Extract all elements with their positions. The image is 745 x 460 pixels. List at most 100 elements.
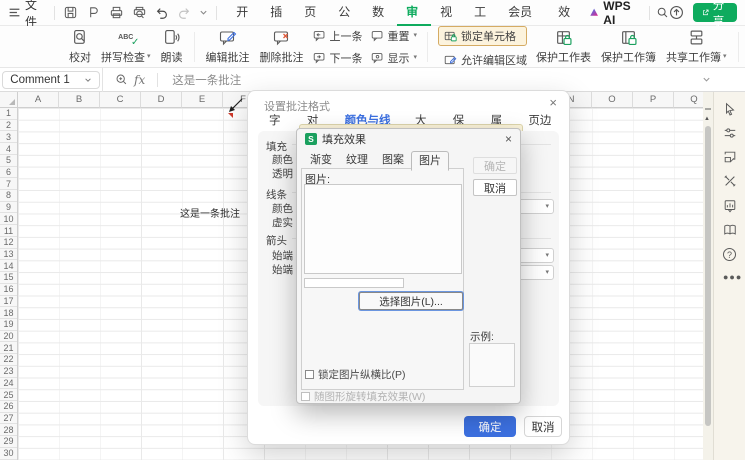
tab-picture[interactable]: 图片 (411, 151, 449, 171)
select-picture-button[interactable]: 选择图片(L)... (359, 292, 463, 310)
picture-path-input[interactable] (304, 278, 404, 288)
tab-data[interactable]: 数据 (363, 0, 397, 26)
redo-icon[interactable] (177, 6, 191, 20)
row-header[interactable]: 15 (0, 272, 17, 284)
row-header[interactable]: 19 (0, 319, 17, 331)
vertical-scrollbar[interactable]: ▲ (703, 92, 713, 460)
undo-icon[interactable] (155, 6, 169, 20)
share-button[interactable]: 分享 (693, 3, 738, 22)
save-icon[interactable] (63, 5, 78, 20)
column-header[interactable]: D (141, 92, 182, 108)
tab-gradient[interactable]: 渐变 (303, 151, 339, 170)
row-header[interactable]: 4 (0, 143, 17, 155)
reference-search-icon[interactable] (723, 223, 737, 237)
row-header[interactable]: 3 (0, 131, 17, 143)
row-header[interactable]: 13 (0, 249, 17, 261)
formula-content[interactable]: 这是一条批注 (172, 72, 241, 88)
row-header[interactable]: 7 (0, 178, 17, 190)
row-header[interactable]: 28 (0, 424, 17, 436)
tools-icon[interactable] (723, 174, 737, 188)
help-icon[interactable]: ? (723, 248, 736, 261)
read-aloud-button[interactable]: 朗读 (156, 29, 188, 65)
select-all-corner[interactable] (0, 92, 18, 108)
row-header[interactable]: 17 (0, 296, 17, 308)
scrollbar-thumb[interactable] (705, 126, 711, 426)
row-header[interactable]: 11 (0, 225, 17, 237)
row-header[interactable]: 8 (0, 190, 17, 202)
print-preview-icon[interactable] (132, 5, 147, 20)
tab-page[interactable]: 页面 (295, 0, 329, 26)
column-header[interactable]: P (633, 92, 674, 108)
tab-insert[interactable]: 插入 (261, 0, 295, 26)
reset-comment-button[interactable]: 重置▾ (371, 28, 418, 44)
select-cursor-icon[interactable] (723, 102, 737, 116)
row-header[interactable]: 21 (0, 342, 17, 354)
column-header[interactable]: O (592, 92, 633, 108)
scroll-up-icon[interactable]: ▲ (704, 116, 710, 122)
lock-aspect-checkbox[interactable]: 锁定图片纵横比(P) (305, 367, 406, 382)
row-header[interactable]: 16 (0, 284, 17, 296)
settings-sliders-icon[interactable] (723, 126, 737, 140)
upload-cloud-icon[interactable] (669, 5, 684, 20)
proofread-button[interactable]: 校对 (64, 29, 96, 65)
cancel-button[interactable]: 取消 (473, 179, 517, 196)
row-header[interactable]: 24 (0, 378, 17, 390)
tab-efficiency[interactable]: 效率 (549, 0, 583, 26)
spell-check-button[interactable]: ABC ✓ 拼写检查▾ (96, 29, 156, 65)
close-icon[interactable]: × (549, 95, 557, 110)
row-header[interactable]: 20 (0, 331, 17, 343)
edit-comment-button[interactable]: 编辑批注 (201, 29, 255, 65)
next-comment-button[interactable]: 下一条 (313, 50, 363, 66)
row-header[interactable]: 9 (0, 202, 17, 214)
row-header[interactable]: 6 (0, 167, 17, 179)
previous-comment-button[interactable]: 上一条 (313, 28, 363, 44)
tab-review[interactable]: 审阅 (397, 0, 431, 26)
snapshot-region-icon[interactable] (723, 150, 737, 164)
row-header[interactable]: 25 (0, 389, 17, 401)
tab-view[interactable]: 视图 (431, 0, 465, 26)
allow-edit-ranges-button[interactable]: 允许编辑区域 (438, 52, 527, 68)
row-header[interactable]: 29 (0, 436, 17, 448)
tab-home[interactable]: 开始 (227, 0, 261, 26)
print-icon[interactable] (109, 5, 124, 20)
ok-button[interactable]: 确定 (464, 416, 516, 437)
name-box[interactable]: Comment 1 (0, 68, 103, 92)
row-header[interactable]: 30 (0, 448, 17, 460)
share-workbook-button[interactable]: 共享工作簿▾ (661, 29, 732, 65)
tab-texture[interactable]: 纹理 (339, 151, 375, 170)
tab-pattern[interactable]: 图案 (375, 151, 411, 170)
tab-formula[interactable]: 公式 (329, 0, 363, 26)
delete-comment-button[interactable]: 删除批注 (255, 29, 309, 65)
more-options-icon[interactable]: ●●● (723, 272, 742, 282)
protect-sheet-button[interactable]: 保护工作表 (531, 29, 596, 65)
column-header[interactable]: E (182, 92, 223, 108)
row-header[interactable]: 27 (0, 413, 17, 425)
tab-tools[interactable]: 工具 (465, 0, 499, 26)
protect-workbook-button[interactable]: 保护工作簿 (596, 29, 661, 65)
chart-assistant-icon[interactable] (723, 199, 737, 213)
row-header[interactable]: 22 (0, 354, 17, 366)
hamburger-menu-icon[interactable] (8, 6, 21, 19)
row-header[interactable]: 18 (0, 307, 17, 319)
quick-access-chevron-icon[interactable] (199, 8, 208, 17)
row-header[interactable]: 1 (0, 108, 17, 120)
row-header[interactable]: 14 (0, 260, 17, 272)
rotate-fill-checkbox[interactable]: 随图形旋转填充效果(W) (301, 389, 425, 404)
row-header[interactable]: 5 (0, 155, 17, 167)
export-pdf-icon[interactable] (86, 5, 101, 20)
expand-formula-bar-icon[interactable] (702, 75, 711, 84)
column-header[interactable]: C (100, 92, 141, 108)
row-header[interactable]: 10 (0, 213, 17, 225)
ok-button-disabled[interactable]: 确定 (473, 157, 517, 174)
cancel-button[interactable]: 取消 (524, 416, 562, 437)
wps-ai-button[interactable]: WPS AI (589, 0, 636, 27)
zoom-formula-icon[interactable] (115, 73, 128, 86)
fx-label[interactable]: fx (134, 73, 145, 87)
column-header[interactable]: B (59, 92, 100, 108)
row-header[interactable]: 26 (0, 401, 17, 413)
tab-member[interactable]: 会员专享 (499, 0, 549, 26)
search-icon[interactable] (656, 6, 669, 19)
row-header[interactable]: 12 (0, 237, 17, 249)
split-handle[interactable] (705, 108, 711, 110)
cell-e2-comment-text[interactable]: 这是一条批注 (180, 205, 240, 220)
